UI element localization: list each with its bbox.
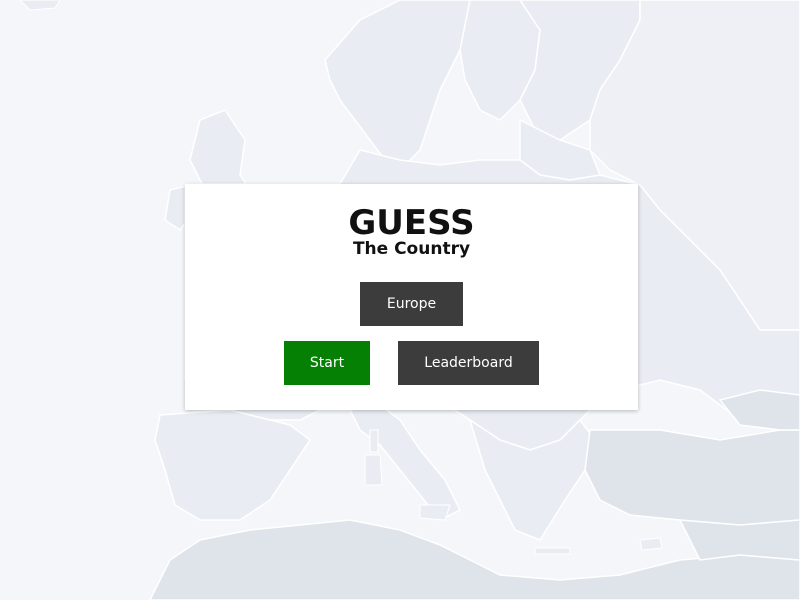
- game-title: GUESS: [348, 203, 475, 243]
- map-land-sicily: [419, 504, 451, 521]
- game-subtitle: The Country: [352, 239, 471, 259]
- map-land-crete: [534, 547, 571, 555]
- leaderboard-button[interactable]: Leaderboard: [398, 341, 539, 385]
- map-land-sardinia: [364, 454, 383, 486]
- start-button[interactable]: Start: [284, 341, 370, 385]
- map-land-middle-east: [678, 519, 800, 561]
- game-screen: GUESS The Country Europe Start Leaderboa…: [0, 0, 800, 600]
- main-menu-panel: GUESS The Country Europe Start Leaderboa…: [185, 184, 638, 410]
- region-select-button[interactable]: Europe: [360, 282, 463, 326]
- map-land-corsica: [369, 429, 379, 453]
- map-land-cyprus: [639, 537, 663, 551]
